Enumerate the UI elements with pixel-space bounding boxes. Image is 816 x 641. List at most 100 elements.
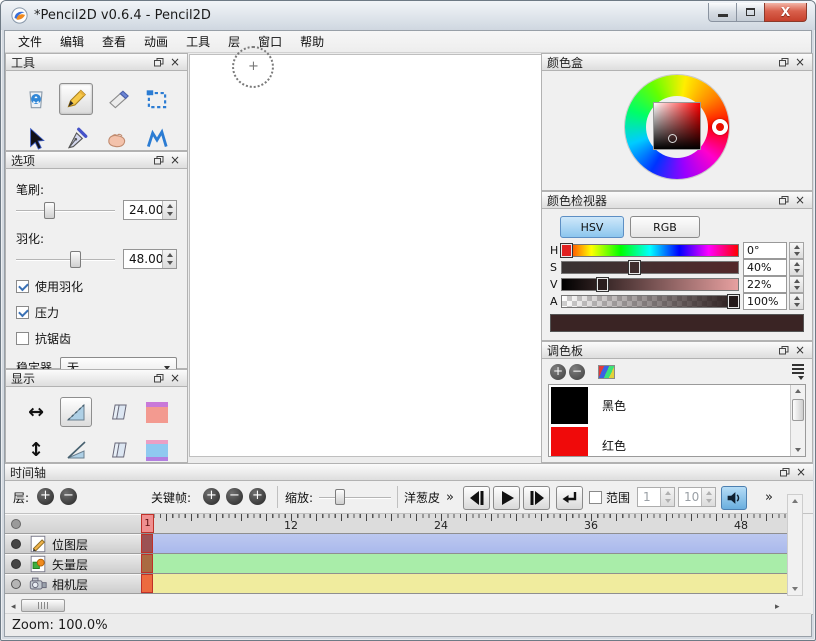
layer-visible-dot[interactable] xyxy=(11,579,21,589)
maximize-button[interactable] xyxy=(736,3,765,22)
menu-view[interactable]: 查看 xyxy=(93,30,135,53)
layer-row-camera[interactable]: 相机层 xyxy=(5,574,141,594)
palette-presets-icon[interactable] xyxy=(598,365,615,379)
onion-prev-button[interactable] xyxy=(101,397,133,427)
timeline-zoom-slider[interactable] xyxy=(319,489,391,506)
onion-skin-expand-icon[interactable]: » xyxy=(446,490,454,505)
menu-edit[interactable]: 编辑 xyxy=(51,30,93,53)
saturation-spin[interactable] xyxy=(789,259,804,276)
menu-tools[interactable]: 工具 xyxy=(177,30,219,53)
close-panel-icon[interactable]: × xyxy=(168,56,182,69)
keyframe-block[interactable] xyxy=(141,534,153,553)
colorbox-panel-header[interactable]: 颜色盒 × xyxy=(542,54,812,71)
titlebar[interactable]: *Pencil2D v0.6.4 - Pencil2D X xyxy=(1,1,815,30)
palette-menu-icon[interactable] xyxy=(792,363,804,380)
use-feather-checkbox[interactable] xyxy=(16,280,29,293)
timeline-ruler[interactable]: 12 24 36 48 1 xyxy=(141,514,787,534)
float-panel-icon[interactable] xyxy=(777,56,791,69)
drawing-canvas[interactable]: + xyxy=(189,54,542,457)
scroll-right-icon[interactable]: ▸ xyxy=(775,602,780,612)
close-panel-icon[interactable]: × xyxy=(793,344,807,357)
close-panel-icon[interactable]: × xyxy=(794,466,808,479)
toolbar-overflow-icon[interactable]: » xyxy=(765,490,773,505)
remove-layer-button[interactable]: − xyxy=(60,488,77,505)
onion-next-button[interactable] xyxy=(101,435,133,465)
value-value[interactable]: 22% xyxy=(743,276,787,293)
pencil-tool-button[interactable] xyxy=(59,83,93,115)
range-checkbox[interactable] xyxy=(589,491,602,504)
flip-vertical-button[interactable]: ↕ xyxy=(20,435,52,465)
scrollbar-thumb[interactable] xyxy=(21,599,65,612)
range-end-spinbox[interactable]: 10 xyxy=(678,487,716,507)
keyframe-block[interactable] xyxy=(141,574,153,593)
float-panel-icon[interactable] xyxy=(778,466,792,479)
layer-visible-dot[interactable] xyxy=(11,559,21,569)
sv-marker[interactable] xyxy=(668,134,677,143)
red-swatch[interactable] xyxy=(551,427,588,458)
alpha-slider[interactable] xyxy=(561,295,739,308)
close-panel-icon[interactable]: × xyxy=(168,154,182,167)
add-layer-button[interactable]: + xyxy=(37,488,54,505)
remove-keyframe-button[interactable]: − xyxy=(226,488,243,505)
brush-width-spinbox[interactable]: 24.00 xyxy=(123,200,177,220)
hue-spin[interactable] xyxy=(789,242,804,259)
color-inspector-header[interactable]: 颜色检视器 × xyxy=(542,192,812,209)
hue-value[interactable]: 0° xyxy=(743,242,787,259)
float-panel-icon[interactable] xyxy=(777,344,791,357)
close-button[interactable]: X xyxy=(764,3,807,22)
duplicate-keyframe-button[interactable]: + xyxy=(249,488,266,505)
angle-line-button[interactable] xyxy=(60,435,92,465)
flip-horizontal-button[interactable]: ↔ xyxy=(20,397,52,427)
value-slider[interactable] xyxy=(561,278,739,291)
range-start-spinbox[interactable]: 1 xyxy=(637,487,675,507)
black-swatch[interactable] xyxy=(551,387,588,424)
layer-row-bitmap[interactable]: 位图层 xyxy=(5,534,141,554)
layer-visible-dot[interactable] xyxy=(11,539,21,549)
float-panel-icon[interactable] xyxy=(152,154,166,167)
keyframe-block[interactable] xyxy=(141,554,153,573)
close-panel-icon[interactable]: × xyxy=(168,372,182,385)
prev-keyframe-button[interactable] xyxy=(463,486,490,510)
rgb-tab[interactable]: RGB xyxy=(630,216,700,238)
alpha-spin[interactable] xyxy=(789,293,804,310)
close-panel-icon[interactable]: × xyxy=(793,194,807,207)
sound-toggle-button[interactable] xyxy=(721,486,747,510)
display-panel-header[interactable]: 显示 × xyxy=(6,370,187,387)
saturation-slider[interactable] xyxy=(561,261,739,274)
timeline-vertical-scrollbar[interactable] xyxy=(787,494,803,596)
angle-overlay-button[interactable] xyxy=(60,397,92,427)
select-tool-button[interactable] xyxy=(140,83,174,115)
scroll-left-icon[interactable]: ◂ xyxy=(11,602,16,612)
add-keyframe-button[interactable]: + xyxy=(203,488,220,505)
menu-help[interactable]: 帮助 xyxy=(291,30,333,53)
eraser-tool-button[interactable] xyxy=(100,83,134,115)
close-panel-icon[interactable]: × xyxy=(793,56,807,69)
saturation-value[interactable]: 40% xyxy=(743,259,787,276)
remove-color-button[interactable]: − xyxy=(569,364,585,380)
hsv-tab[interactable]: HSV xyxy=(560,216,624,238)
add-color-button[interactable]: + xyxy=(550,364,566,380)
brush-width-slider[interactable] xyxy=(16,201,115,220)
timeline-horizontal-scrollbar[interactable]: ◂ ▸ xyxy=(5,598,813,614)
antialias-checkbox[interactable] xyxy=(16,332,29,345)
palette-item-black[interactable]: 黑色 xyxy=(549,385,805,425)
timeline-panel-header[interactable]: 时间轴 × xyxy=(5,464,813,481)
alpha-value[interactable]: 100% xyxy=(743,293,787,310)
play-button[interactable] xyxy=(493,486,520,510)
next-keyframe-button[interactable] xyxy=(523,486,550,510)
palette-item-red[interactable]: 红色 xyxy=(549,425,805,457)
camera-track[interactable] xyxy=(141,574,787,594)
menu-animation[interactable]: 动画 xyxy=(135,30,177,53)
saturation-value-square[interactable] xyxy=(654,103,700,149)
palette-scrollbar[interactable] xyxy=(790,385,805,456)
clear-tool-button[interactable] xyxy=(19,83,53,115)
feather-spinbox[interactable]: 48.00 xyxy=(123,249,177,269)
float-panel-icon[interactable] xyxy=(152,56,166,69)
minimize-button[interactable] xyxy=(708,3,737,22)
color-wheel[interactable] xyxy=(617,71,737,189)
bitmap-track[interactable] xyxy=(141,534,787,554)
value-spin[interactable] xyxy=(789,276,804,293)
hue-slider[interactable] xyxy=(561,244,739,257)
feather-slider[interactable] xyxy=(16,250,115,269)
tools-panel-header[interactable]: 工具 × xyxy=(6,54,187,71)
